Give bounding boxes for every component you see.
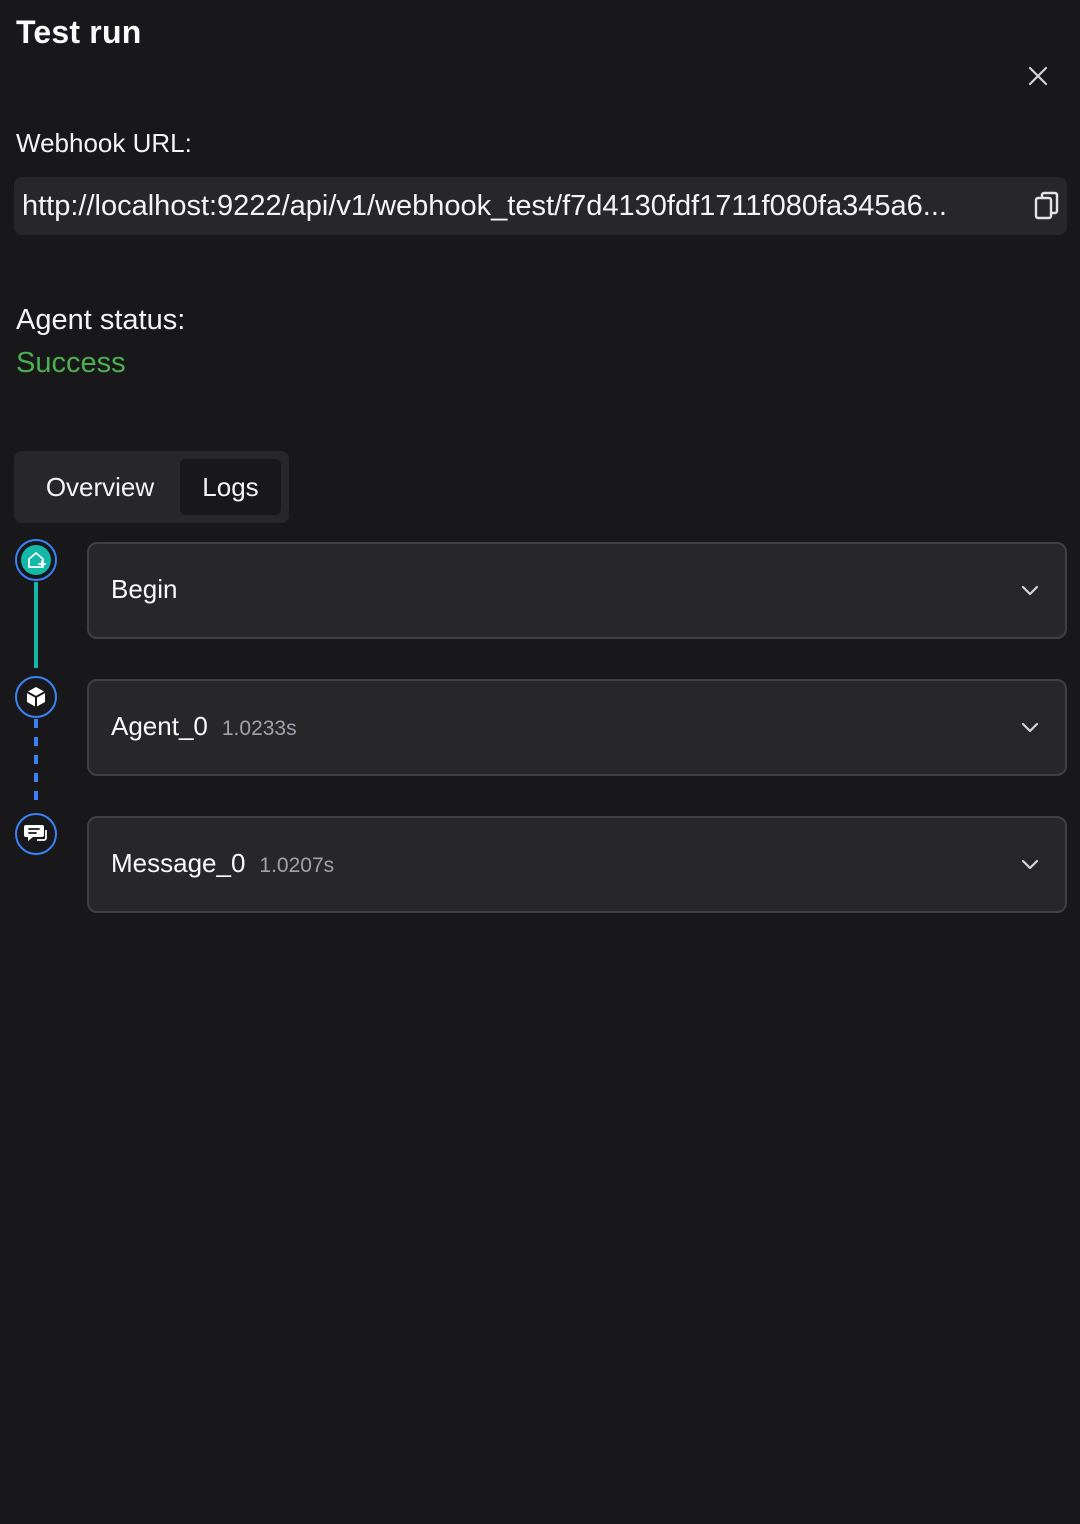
log-item-duration: 1.0207s: [259, 854, 335, 877]
tab-logs[interactable]: Logs: [180, 459, 281, 515]
log-item-name: Begin: [111, 574, 178, 604]
timeline-connector-dashed: [34, 719, 38, 805]
panel-title: Test run: [16, 14, 142, 50]
message-bubble-icon: [24, 825, 47, 841]
chevron-down-icon: [1021, 585, 1039, 596]
copy-url-button[interactable]: [1030, 189, 1064, 223]
webhook-url-field[interactable]: http://localhost:9222/api/v1/webhook_tes…: [14, 177, 1067, 235]
expand-button[interactable]: [1017, 852, 1043, 878]
log-item-agent[interactable]: Agent_0 1.0233s: [87, 679, 1067, 776]
timeline-node-agent: [15, 676, 57, 718]
timeline-node-message: [15, 813, 57, 855]
log-item-name: Message_0: [111, 848, 246, 878]
log-item-duration: 1.0233s: [221, 717, 297, 740]
log-item-name: Agent_0: [111, 711, 208, 741]
chevron-down-icon: [1021, 859, 1039, 870]
copy-icon: [1034, 191, 1059, 220]
timeline-connector-solid: [34, 582, 38, 668]
timeline-node-begin: [15, 539, 57, 581]
expand-button[interactable]: [1017, 578, 1043, 604]
log-item-begin[interactable]: Begin: [87, 542, 1067, 639]
home-plus-icon: [28, 552, 46, 568]
cube-icon: [26, 687, 46, 707]
view-tabs: Overview Logs: [14, 451, 289, 523]
tab-overview[interactable]: Overview: [22, 459, 178, 515]
log-item-message[interactable]: Message_0 1.0207s: [87, 816, 1067, 913]
chevron-down-icon: [1021, 722, 1039, 733]
close-button[interactable]: [1022, 60, 1054, 92]
agent-status-value: Success: [16, 347, 126, 379]
webhook-url-label: Webhook URL:: [16, 128, 192, 158]
agent-status-label: Agent status:: [16, 304, 186, 336]
test-run-panel: Test run Webhook URL: http://localhost:9…: [0, 0, 1080, 1524]
webhook-url-text[interactable]: http://localhost:9222/api/v1/webhook_tes…: [22, 190, 1016, 223]
close-icon: [1028, 66, 1048, 86]
expand-button[interactable]: [1017, 715, 1043, 741]
